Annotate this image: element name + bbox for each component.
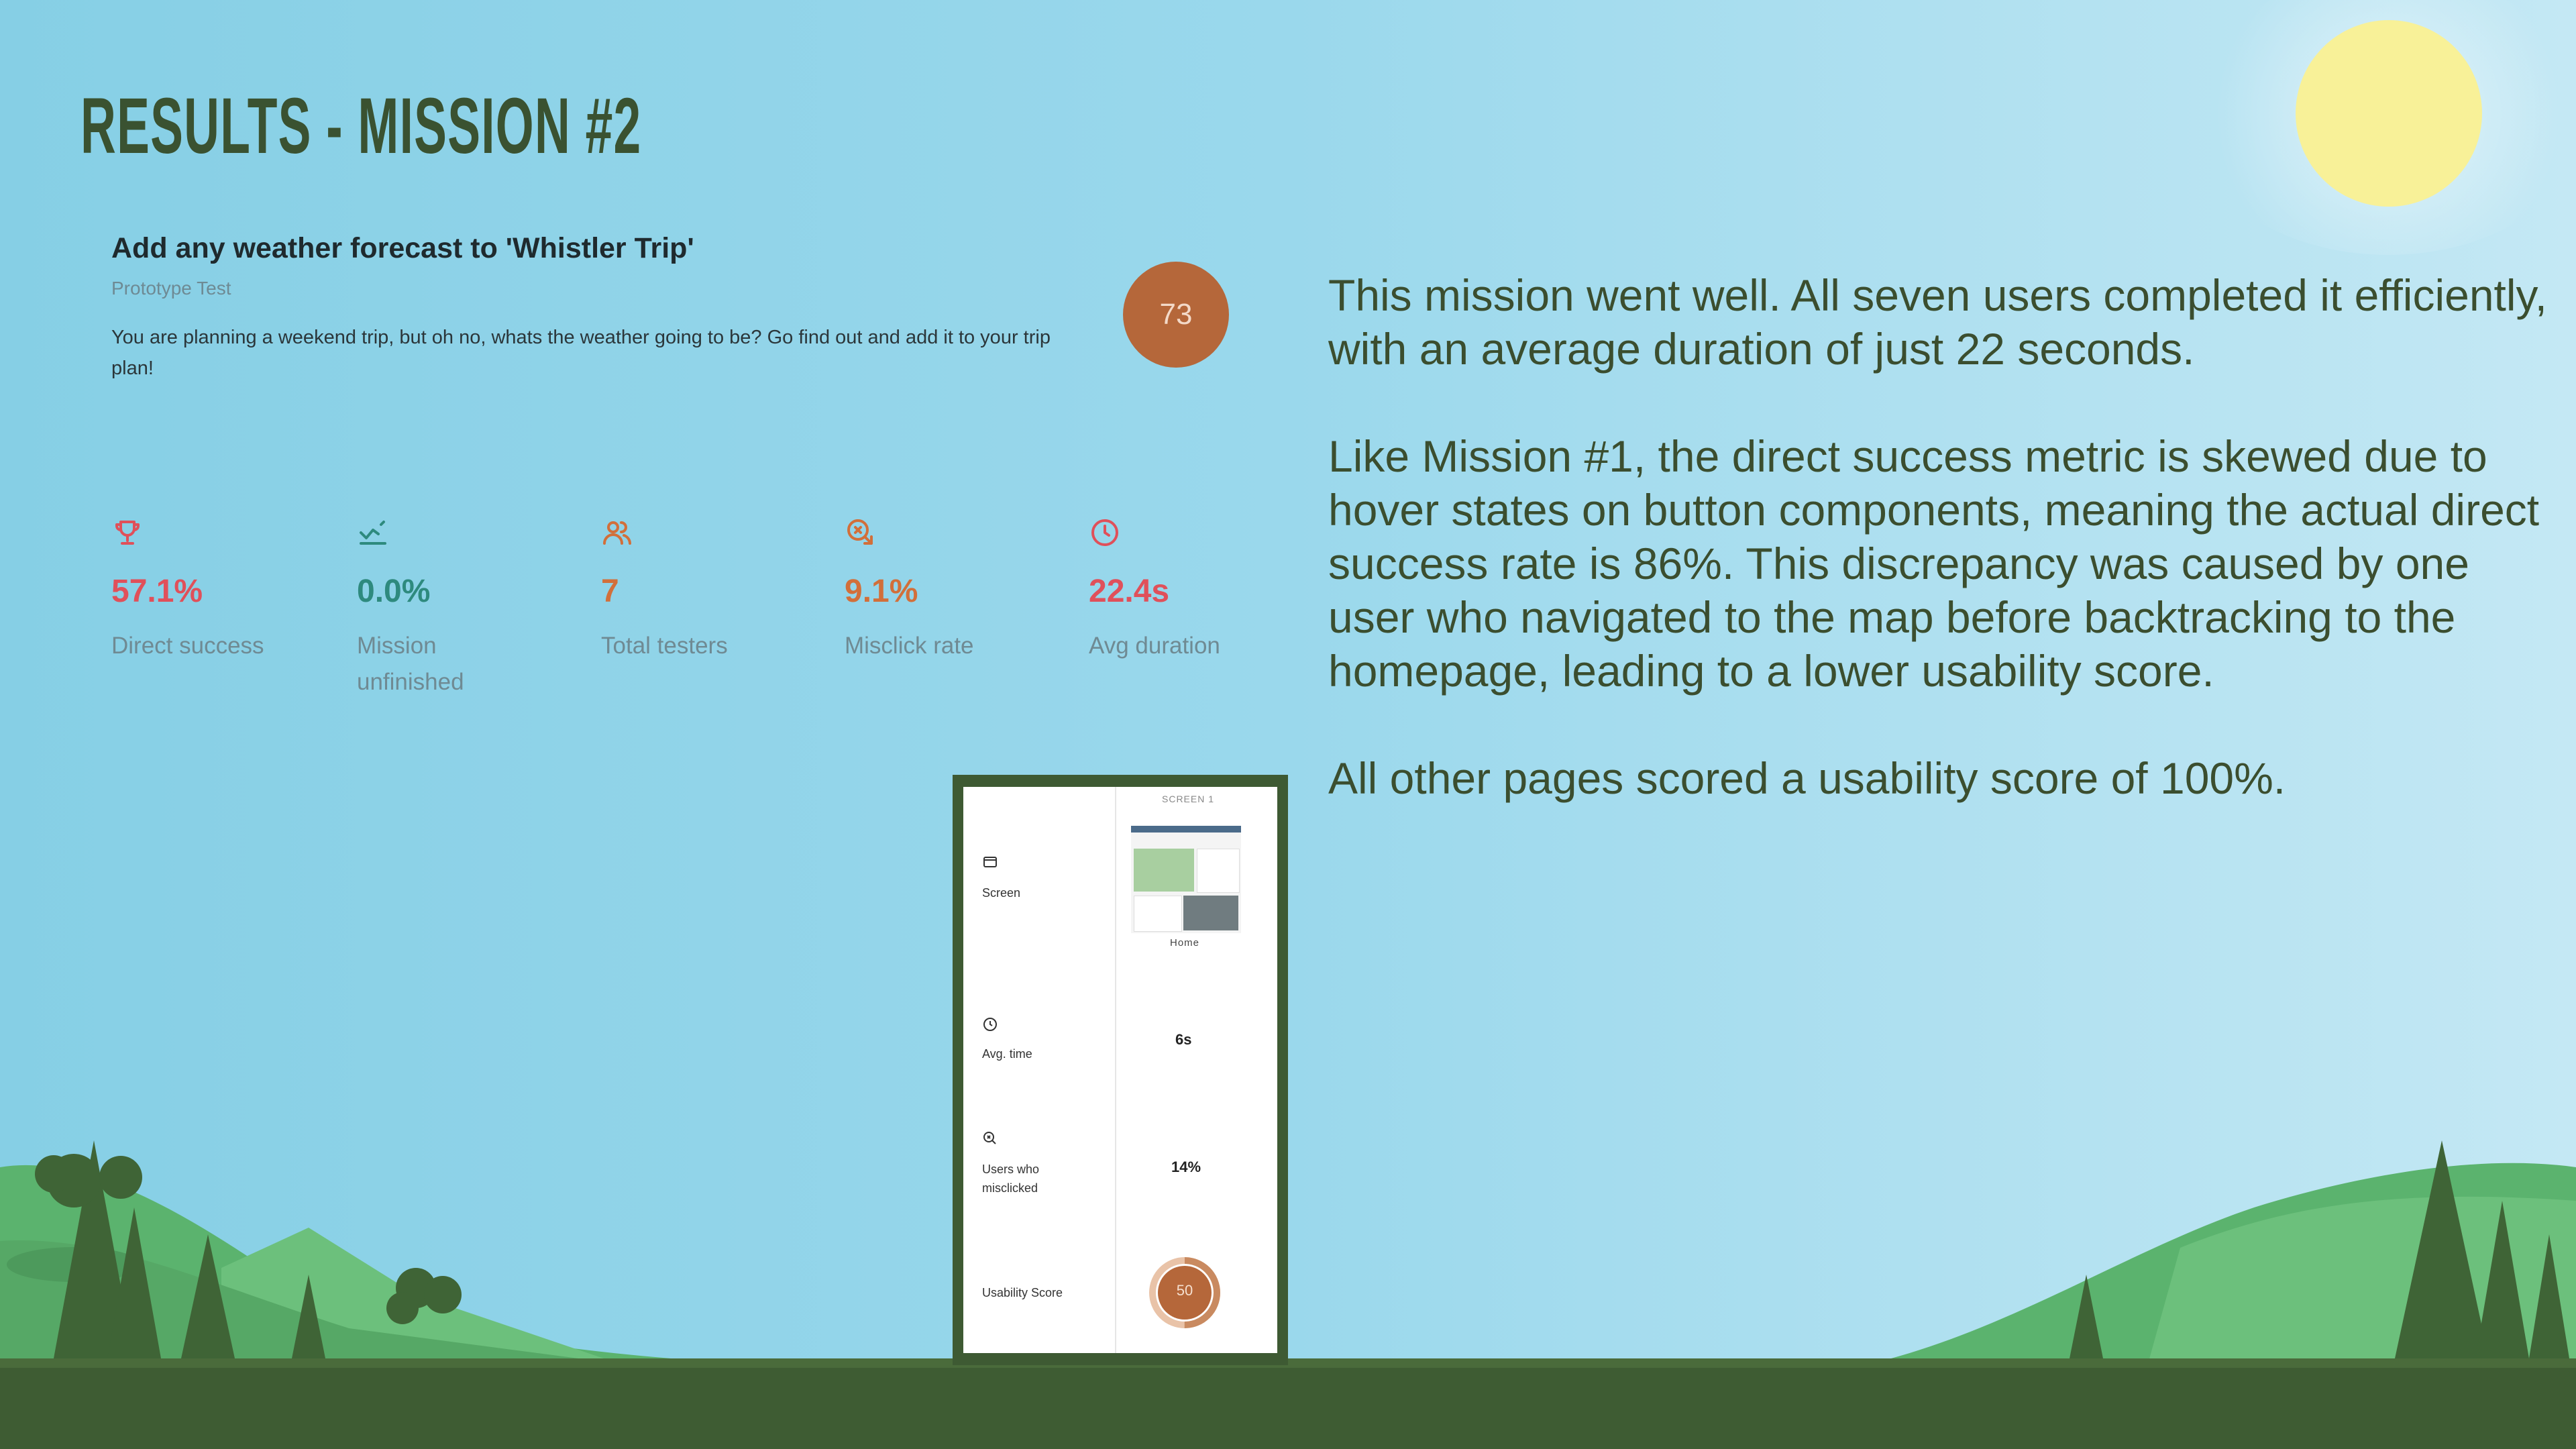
column-divider xyxy=(1115,787,1116,1353)
summary-paragraph-1: This mission went well. All seven users … xyxy=(1328,270,2547,374)
mission-title: Add any weather forecast to 'Whistler Tr… xyxy=(111,232,694,264)
stat-value: 7 xyxy=(601,574,619,609)
stat-value: 0.0% xyxy=(357,574,431,609)
ground xyxy=(0,1358,2576,1449)
stat-total-testers: 7 Total testers xyxy=(601,517,802,664)
screen-icon xyxy=(983,857,997,867)
summary-paragraph-3: All other pages scored a usability score… xyxy=(1328,753,2286,803)
stat-direct-success: 57.1% Direct success xyxy=(111,517,313,664)
usability-score-value: 50 xyxy=(1176,1282,1193,1299)
screen-name: Home xyxy=(1170,937,1200,949)
screen-label: Screen xyxy=(982,886,1021,900)
stat-value: 22.4s xyxy=(1089,574,1170,609)
screen-results-card: SCREEN 1 Home Screen Avg. time 6s Users … xyxy=(953,775,1288,1365)
ground-edge xyxy=(0,1358,2576,1368)
summary-paragraph-2: Like Mission #1, the direct success metr… xyxy=(1328,431,2540,696)
avg-time-label: Avg. time xyxy=(982,1047,1032,1061)
misclick-icon xyxy=(983,1132,996,1144)
mission-score-badge: 73 xyxy=(1123,262,1229,368)
stat-label: Misclick rate xyxy=(845,633,974,659)
avg-time-value: 6s xyxy=(1175,1031,1192,1048)
sun xyxy=(2296,20,2482,207)
misclick-icon xyxy=(847,519,873,545)
clock-icon xyxy=(1091,519,1118,546)
stat-value: 57.1% xyxy=(111,574,203,609)
mission-type: Prototype Test xyxy=(111,278,231,299)
testers-icon xyxy=(603,521,631,545)
landscape-left xyxy=(0,1140,671,1375)
stat-label: Avg duration xyxy=(1089,633,1220,659)
screen-thumbnail[interactable] xyxy=(1131,826,1241,933)
stat-label: Direct success xyxy=(111,633,264,659)
misclick-value: 14% xyxy=(1171,1159,1201,1175)
slide-title: RESULTS - MISSION #2 xyxy=(80,82,642,170)
mission-unfinished-icon xyxy=(360,521,386,545)
stat-avg-duration: 22.4s Avg duration xyxy=(1089,517,1290,664)
screen-results-panel: SCREEN 1 Home Screen Avg. time 6s Users … xyxy=(963,787,1277,1353)
stat-label: Mission unfinished xyxy=(357,633,464,695)
stat-value: 9.1% xyxy=(845,574,918,609)
stat-mission-unfinished: 0.0% Mission unfinished xyxy=(357,517,558,700)
screen-header: SCREEN 1 xyxy=(1162,794,1215,804)
mission-description: You are planning a weekend trip, but oh … xyxy=(111,327,1051,379)
trophy-icon xyxy=(115,521,140,545)
landscape-right xyxy=(1878,1140,2576,1375)
summary-text: This mission went well. All seven users … xyxy=(1328,268,2563,859)
usability-label: Usability Score xyxy=(982,1286,1063,1299)
stat-misclick-rate: 9.1% Misclick rate xyxy=(845,517,1046,664)
stat-label: Total testers xyxy=(601,633,728,659)
clock-icon xyxy=(983,1018,997,1031)
misclick-label: Users who misclicked xyxy=(982,1163,1040,1195)
